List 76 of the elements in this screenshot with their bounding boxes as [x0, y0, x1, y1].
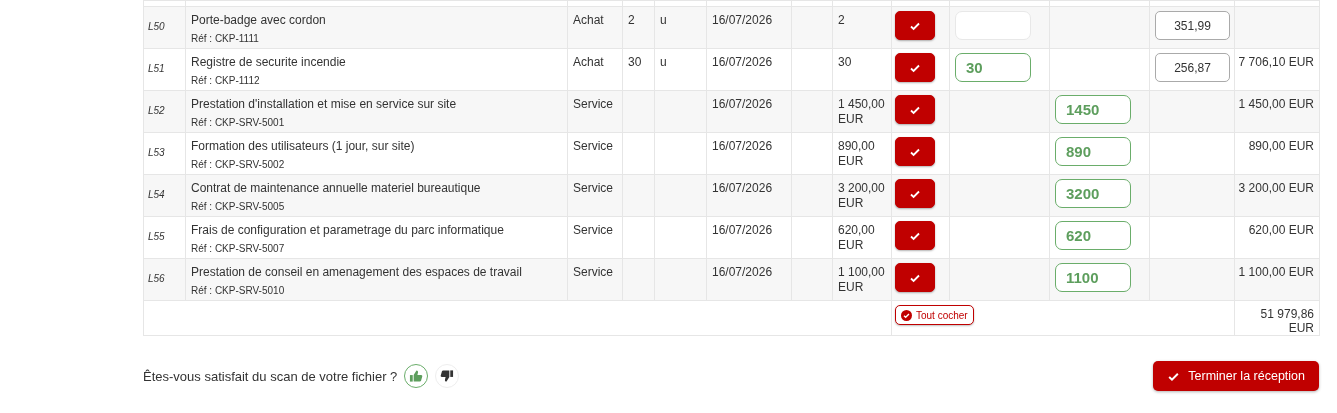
ordered-amount: 30 — [838, 55, 852, 70]
item-designation: Frais de configuration et parametrage du parc informatique — [191, 223, 504, 238]
received-amount-field[interactable]: 3200 — [1055, 179, 1131, 208]
check-button[interactable] — [895, 179, 935, 208]
item-type: Service — [573, 265, 613, 280]
item-quantity: 2 — [628, 13, 635, 28]
item-date: 16/07/2026 — [712, 181, 773, 196]
check-circle-icon — [901, 309, 912, 321]
grand-total: 51 979,86 EUR — [1259, 306, 1315, 335]
line-number: L53 — [147, 146, 166, 158]
received-amount-field[interactable]: 620 — [1055, 221, 1131, 250]
item-type: Service — [573, 223, 613, 238]
item-date: 16/07/2026 — [712, 55, 773, 70]
item-designation: Registre de securite incendie — [191, 55, 346, 70]
ordered-amount: 2 — [838, 13, 845, 28]
item-reference: Réf : CKP-1112 — [191, 74, 261, 88]
received-amount-field[interactable]: 890 — [1055, 137, 1131, 166]
item-reference: Réf : CKP-SRV-5010 — [191, 284, 286, 298]
line-total: 890,00 EUR — [1247, 138, 1315, 153]
item-designation: Formation des utilisateurs (1 jour, sur site) — [191, 139, 415, 154]
item-date: 16/07/2026 — [712, 139, 773, 154]
line-number: L51 — [147, 62, 166, 74]
item-date: 16/07/2026 — [712, 265, 773, 280]
check-button[interactable] — [895, 53, 935, 82]
unit-price-field[interactable]: 351,99 — [1155, 11, 1230, 40]
item-date: 16/07/2026 — [712, 223, 773, 238]
line-total: 1 100,00 EUR — [1237, 264, 1315, 279]
ordered-amount: 1 450,00 EUR — [838, 97, 886, 127]
check-button[interactable] — [895, 95, 935, 124]
received-amount-field[interactable]: 1100 — [1055, 263, 1131, 292]
line-total: 620,00 EUR — [1247, 222, 1315, 237]
line-number: L52 — [147, 104, 166, 116]
item-type: Achat — [573, 55, 604, 70]
finish-reception-button[interactable]: Terminer la réception — [1153, 361, 1319, 391]
item-designation: Prestation d'installation et mise en service sur site — [191, 97, 457, 112]
thumbs-up-icon — [409, 369, 424, 383]
check-button[interactable] — [895, 263, 935, 292]
line-number: L54 — [147, 188, 166, 200]
item-type: Service — [573, 97, 613, 112]
item-type: Service — [573, 181, 613, 196]
check-button[interactable] — [895, 11, 935, 40]
item-reference: Réf : CKP-SRV-5005 — [191, 200, 286, 214]
item-reference: Réf : CKP-SRV-5001 — [191, 116, 286, 130]
check-button[interactable] — [895, 221, 935, 250]
item-reference: Réf : CKP-1111 — [191, 32, 260, 46]
item-type: Service — [573, 139, 613, 154]
received-amount-field[interactable]: 1450 — [1055, 95, 1131, 124]
line-total: 3 200,00 EUR — [1237, 180, 1315, 195]
item-reference: Réf : CKP-SRV-5002 — [191, 158, 286, 172]
check-all-button[interactable]: Tout cocher — [895, 305, 974, 325]
feedback-question: Êtes-vous satisfait du scan de votre fichier ? — [143, 368, 398, 384]
line-total: 1 450,00 EUR — [1237, 96, 1315, 111]
item-designation: Prestation de conseil en amenagement des espaces de travail — [191, 265, 522, 280]
item-type: Achat — [573, 13, 604, 28]
item-date: 16/07/2026 — [712, 97, 773, 112]
check-button[interactable] — [895, 137, 935, 166]
unit-price-field[interactable]: 256,87 — [1155, 53, 1230, 82]
ordered-amount: 620,00 EUR — [838, 223, 876, 253]
ordered-amount: 890,00 EUR — [838, 139, 876, 169]
line-number: L55 — [147, 230, 166, 242]
item-designation: Contrat de maintenance annuelle materiel bureautique — [191, 181, 481, 196]
item-date: 16/07/2026 — [712, 13, 773, 28]
item-quantity: 30 — [628, 55, 642, 70]
line-number: L50 — [147, 20, 166, 32]
ordered-amount: 1 100,00 EUR — [838, 265, 886, 295]
thumbs-down-button[interactable] — [435, 364, 460, 388]
line-total: 7 706,10 EUR — [1237, 54, 1315, 69]
line-number: L56 — [147, 272, 166, 284]
item-unit: u — [660, 13, 667, 28]
item-unit: u — [660, 55, 667, 70]
thumbs-up-button[interactable] — [404, 364, 429, 388]
item-reference: Réf : CKP-SRV-5007 — [191, 242, 286, 256]
ordered-amount: 3 200,00 EUR — [838, 181, 886, 211]
item-designation: Porte-badge avec cordon — [191, 13, 326, 28]
thumbs-down-icon — [440, 369, 455, 383]
received-quantity-field[interactable]: 30 — [955, 53, 1031, 82]
